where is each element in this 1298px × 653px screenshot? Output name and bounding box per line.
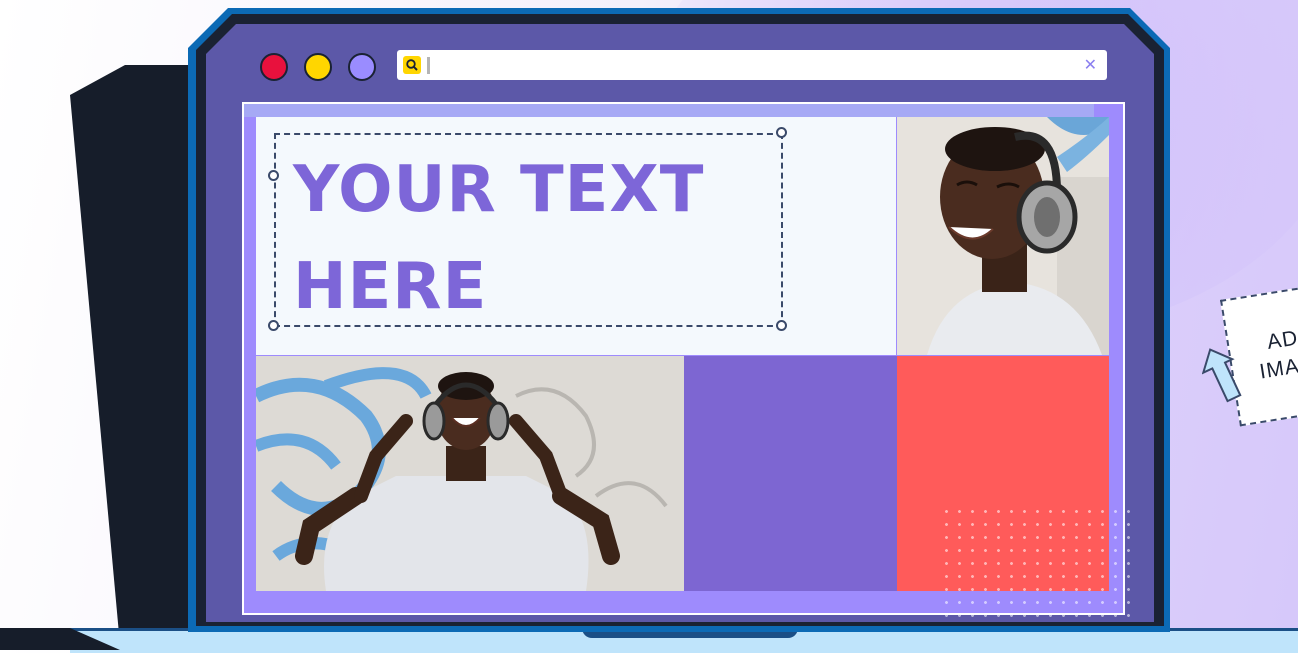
- add-image-label-line2: IMAGE: [1257, 349, 1298, 384]
- canvas-top-strip: [244, 104, 1094, 117]
- window-maximize-button[interactable]: [348, 53, 376, 81]
- resize-handle-bottom-right[interactable]: [776, 320, 787, 331]
- window-close-button[interactable]: [260, 53, 288, 81]
- resize-handle-left[interactable]: [268, 170, 279, 181]
- resize-handle-top-right[interactable]: [776, 127, 787, 138]
- purple-color-block[interactable]: [684, 356, 897, 591]
- resize-handle-bottom-left[interactable]: [268, 320, 279, 331]
- close-icon[interactable]: ✕: [1084, 55, 1097, 74]
- window-minimize-button[interactable]: [304, 53, 332, 81]
- search-icon: [403, 56, 421, 74]
- photo-woman-headphones-smiling[interactable]: [897, 117, 1109, 355]
- text-cursor: [427, 57, 430, 74]
- address-bar[interactable]: ✕: [397, 50, 1107, 80]
- photo-woman-pointing-headphones[interactable]: [256, 356, 684, 591]
- decorative-dot-grid: [940, 505, 1140, 623]
- upload-arrow-icon: [1201, 345, 1242, 405]
- add-image-label-line1: ADD: [1265, 323, 1298, 354]
- selection-box[interactable]: [274, 133, 783, 327]
